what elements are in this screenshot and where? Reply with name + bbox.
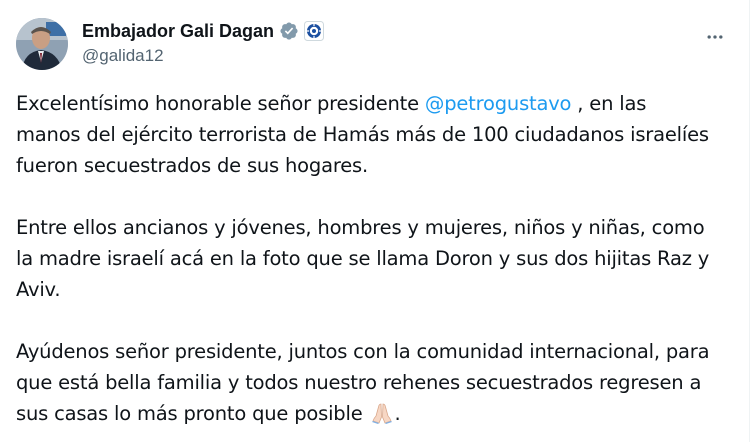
- author-names: Embajador Gali Dagan @galida12: [82, 19, 325, 67]
- mention-link[interactable]: @petrogustavo: [425, 92, 572, 115]
- avatar[interactable]: [16, 18, 68, 70]
- paragraph-1-start: Excelentísimo honorable señor presidente: [16, 92, 425, 115]
- tweet-card: Embajador Gali Dagan @galida12 Excelentí…: [0, 0, 750, 442]
- more-options-button[interactable]: [698, 20, 732, 54]
- tweet-paragraph-1: Excelentísimo honorable señor presidente…: [16, 88, 716, 181]
- verified-badge-icon[interactable]: [279, 21, 299, 41]
- more-horizontal-icon: [707, 35, 723, 39]
- tweet-header: Embajador Gali Dagan @galida12: [16, 16, 732, 72]
- tweet-paragraph-2: Entre ellos ancianos y jóvenes, hombres …: [16, 216, 710, 301]
- paragraph-3-text: Ayúdenos señor presidente, juntos con la…: [16, 340, 710, 425]
- tweet-text: Excelentísimo honorable señor presidente…: [16, 88, 716, 429]
- tweet-paragraph-3: Ayúdenos señor presidente, juntos con la…: [16, 336, 716, 429]
- display-name[interactable]: Embajador Gali Dagan: [82, 21, 274, 42]
- name-row: Embajador Gali Dagan: [82, 19, 325, 43]
- affiliation-badge-icon[interactable]: [304, 21, 325, 41]
- folded-hands-emoji-icon: [369, 402, 395, 424]
- paragraph-3-period: .: [394, 402, 401, 425]
- author-handle[interactable]: @galida12: [82, 45, 324, 67]
